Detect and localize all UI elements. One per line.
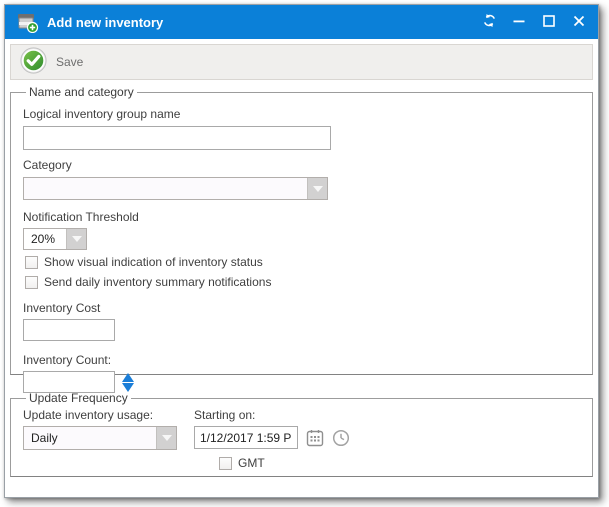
threshold-combobox[interactable]: 20% xyxy=(23,228,87,250)
group-name-label: Logical inventory group name xyxy=(23,107,592,122)
save-label: Save xyxy=(56,55,83,69)
chevron-down-icon xyxy=(162,435,172,441)
send-daily-label[interactable]: Send daily inventory summary notificatio… xyxy=(44,275,271,289)
arrow-up-icon xyxy=(122,373,134,382)
count-row xyxy=(23,371,592,393)
inventory-add-icon xyxy=(15,11,39,33)
count-spinner xyxy=(122,373,134,392)
name-category-group: Name and category Logical inventory grou… xyxy=(10,85,593,375)
spin-up-button[interactable] xyxy=(122,373,134,382)
count-label: Inventory Count: xyxy=(23,353,592,368)
starting-on-row xyxy=(194,426,350,449)
gmt-row: GMT xyxy=(219,456,350,470)
add-inventory-dialog: Add new inventory xyxy=(4,4,599,498)
threshold-value[interactable]: 20% xyxy=(24,229,66,249)
refresh-button[interactable] xyxy=(474,5,504,39)
titlebar[interactable]: Add new inventory xyxy=(5,5,598,39)
count-input[interactable] xyxy=(23,371,115,393)
update-frequency-group: Update Frequency Update inventory usage:… xyxy=(10,391,593,477)
threshold-dropdown-button[interactable] xyxy=(66,229,86,249)
update-frequency-legend: Update Frequency xyxy=(26,391,131,405)
usage-value[interactable]: Daily xyxy=(24,427,156,449)
category-combobox[interactable] xyxy=(23,177,328,200)
close-icon xyxy=(573,15,585,30)
show-visual-label[interactable]: Show visual indication of inventory stat… xyxy=(44,255,263,269)
usage-combobox[interactable]: Daily xyxy=(23,426,177,450)
send-daily-checkbox[interactable] xyxy=(25,276,38,289)
toolbar: Save xyxy=(10,44,593,80)
clock-button[interactable] xyxy=(332,429,350,447)
update-frequency-row: Update inventory usage: Daily Starting o… xyxy=(23,408,592,470)
category-dropdown-button[interactable] xyxy=(307,178,327,199)
minimize-icon xyxy=(513,15,525,30)
usage-dropdown-button[interactable] xyxy=(156,427,176,449)
minimize-button[interactable] xyxy=(504,5,534,39)
starting-on-label: Starting on: xyxy=(194,408,350,423)
category-value[interactable] xyxy=(24,178,307,199)
group-name-input[interactable] xyxy=(23,126,331,150)
name-category-legend: Name and category xyxy=(26,85,137,99)
show-visual-row: Show visual indication of inventory stat… xyxy=(25,255,592,269)
calendar-button[interactable] xyxy=(306,429,324,447)
send-daily-row: Send daily inventory summary notificatio… xyxy=(25,275,592,289)
usage-label: Update inventory usage: xyxy=(23,408,194,423)
starting-on-input[interactable] xyxy=(194,426,298,449)
gmt-checkbox[interactable] xyxy=(219,457,232,470)
close-button[interactable] xyxy=(564,5,594,39)
check-circle-icon xyxy=(20,47,47,77)
refresh-icon xyxy=(482,13,497,31)
chevron-down-icon xyxy=(313,186,323,192)
maximize-button[interactable] xyxy=(534,5,564,39)
show-visual-checkbox[interactable] xyxy=(25,256,38,269)
clock-icon xyxy=(332,435,350,450)
save-button[interactable]: Save xyxy=(16,46,97,78)
maximize-icon xyxy=(543,15,555,30)
gmt-label[interactable]: GMT xyxy=(238,456,265,470)
chevron-down-icon xyxy=(72,236,82,242)
category-label: Category xyxy=(23,158,592,173)
cost-label: Inventory Cost xyxy=(23,301,592,316)
cost-input[interactable] xyxy=(23,319,115,341)
window-title: Add new inventory xyxy=(47,15,474,30)
calendar-icon xyxy=(306,435,324,450)
threshold-label: Notification Threshold xyxy=(23,210,592,225)
